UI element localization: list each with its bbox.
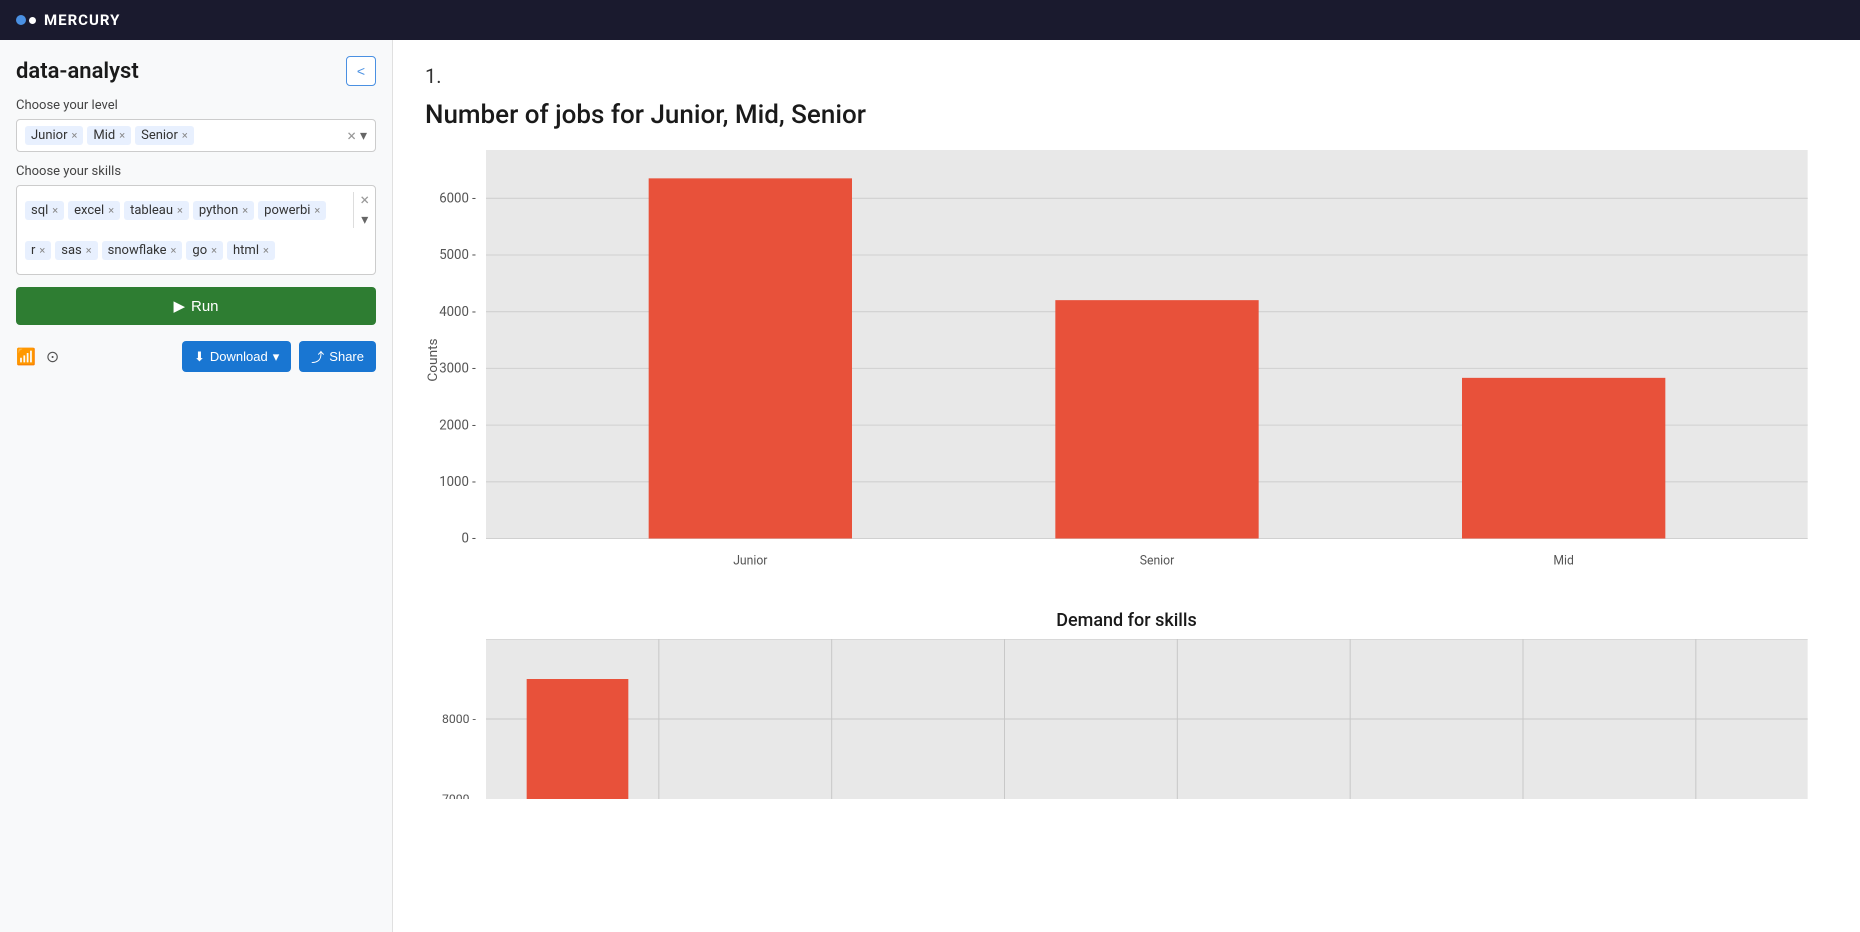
sidebar-header: data-analyst < [16, 56, 376, 86]
skills-section: Choose your skills sql × excel × tableau… [16, 164, 376, 275]
chart2-title: Demand for skills [425, 610, 1828, 631]
tag-powerbi-close[interactable]: × [314, 205, 320, 216]
footer-buttons: ⬇ Download ▾ ⤴ Share [182, 341, 376, 372]
download-button[interactable]: ⬇ Download ▾ [182, 341, 291, 372]
tag-html-close[interactable]: × [263, 245, 269, 256]
logo-text: MERCURY [44, 11, 120, 29]
level-dropdown-icon[interactable]: ▾ [360, 128, 367, 144]
bar2-sql [527, 679, 629, 799]
run-button[interactable]: ▶ Run [16, 287, 376, 325]
tag-go: go × [186, 241, 223, 260]
tag-snowflake-close[interactable]: × [171, 245, 177, 256]
download-dropdown-icon: ▾ [273, 349, 280, 365]
tag-excel-close[interactable]: × [108, 205, 114, 216]
main-layout: data-analyst < Choose your level Junior … [0, 40, 1860, 932]
download-label: Download [210, 349, 268, 364]
tag-snowflake: snowflake × [102, 241, 183, 260]
run-label: Run [191, 298, 219, 315]
svg-text:0 -: 0 - [461, 532, 476, 547]
bar-mid [1462, 378, 1665, 539]
share-icon: ⤴ [311, 347, 324, 366]
svg-text:4000 -: 4000 - [439, 305, 476, 320]
chart2-svg: 7000 - 8000 - [425, 639, 1828, 799]
share-label: Share [329, 349, 364, 364]
sidebar: data-analyst < Choose your level Junior … [0, 40, 393, 932]
tag-senior: Senior × [135, 126, 194, 145]
tag-sas-close[interactable]: × [86, 245, 92, 256]
chart1-svg: 0 - 1000 - 2000 - 3000 - 4000 - 5000 - 6… [425, 150, 1828, 570]
chart1-container: 0 - 1000 - 2000 - 3000 - 4000 - 5000 - 6… [425, 150, 1828, 570]
svg-text:8000 -: 8000 - [442, 712, 476, 726]
tag-powerbi: powerbi × [258, 201, 326, 220]
chart1-title: Number of jobs for Junior, Mid, Senior [425, 100, 1828, 130]
level-controls: × ▾ [347, 128, 367, 144]
download-icon: ⬇ [194, 349, 205, 365]
tag-r: r × [25, 241, 51, 260]
tag-tableau-close[interactable]: × [177, 205, 183, 216]
sidebar-footer: 📶 ⊙ ⬇ Download ▾ ⤴ Share [16, 341, 376, 372]
footer-status-icons: 📶 ⊙ [16, 347, 59, 366]
svg-text:5000 -: 5000 - [439, 248, 476, 263]
tag-mid-close[interactable]: × [119, 130, 125, 141]
svg-text:Counts: Counts [426, 338, 441, 381]
run-icon: ▶ [173, 297, 185, 315]
bar-senior [1055, 300, 1258, 538]
svg-text:Junior: Junior [733, 554, 768, 569]
svg-text:6000 -: 6000 - [439, 191, 476, 206]
content-area: 1. Number of jobs for Junior, Mid, Senio… [393, 40, 1860, 932]
svg-text:1000 -: 1000 - [439, 475, 476, 490]
level-section: Choose your level Junior × Mid × Senior … [16, 98, 376, 152]
tag-excel: excel × [68, 201, 120, 220]
tag-html: html × [227, 241, 275, 260]
skills-multiselect[interactable]: sql × excel × tableau × python × powerbi [16, 185, 376, 275]
svg-text:Mid: Mid [1553, 554, 1573, 569]
settings-icon[interactable]: ⊙ [46, 347, 59, 366]
tag-mid: Mid × [87, 126, 131, 145]
skills-dropdown-icon[interactable]: ▾ [361, 212, 368, 228]
skills-controls: × ▾ [353, 192, 369, 228]
tag-sql: sql × [25, 201, 64, 220]
svg-text:7000 -: 7000 - [442, 792, 476, 799]
level-label: Choose your level [16, 98, 376, 113]
tag-senior-close[interactable]: × [182, 130, 188, 141]
skills-label: Choose your skills [16, 164, 376, 179]
logo-dot-white [29, 17, 36, 24]
svg-text:2000 -: 2000 - [439, 418, 476, 433]
share-button[interactable]: ⤴ Share [299, 341, 376, 372]
topnav: MERCURY [0, 0, 1860, 40]
tag-python: python × [193, 201, 254, 220]
tag-go-close[interactable]: × [211, 245, 217, 256]
collapse-button[interactable]: < [346, 56, 376, 86]
tag-sql-close[interactable]: × [52, 205, 58, 216]
logo-icon [16, 14, 36, 26]
chart2-container: 7000 - 8000 - [425, 639, 1828, 799]
svg-text:Senior: Senior [1140, 554, 1175, 569]
level-clear-icon[interactable]: × [347, 128, 356, 144]
tag-sas: sas × [55, 241, 97, 260]
tag-junior-close[interactable]: × [72, 130, 78, 141]
level-multiselect[interactable]: Junior × Mid × Senior × × ▾ [16, 119, 376, 152]
bar-junior [649, 178, 852, 538]
tag-tableau: tableau × [124, 201, 189, 220]
tag-junior: Junior × [25, 126, 83, 145]
sidebar-title-text: data-analyst [16, 59, 139, 84]
skills-clear-icon[interactable]: × [360, 192, 369, 208]
tag-python-close[interactable]: × [242, 205, 248, 216]
tag-r-close[interactable]: × [39, 245, 45, 256]
wifi-icon: 📶 [16, 347, 36, 366]
section-number: 1. [425, 64, 1828, 88]
logo-dot-blue [16, 15, 26, 25]
svg-text:3000 -: 3000 - [439, 361, 476, 376]
logo: MERCURY [16, 11, 120, 29]
